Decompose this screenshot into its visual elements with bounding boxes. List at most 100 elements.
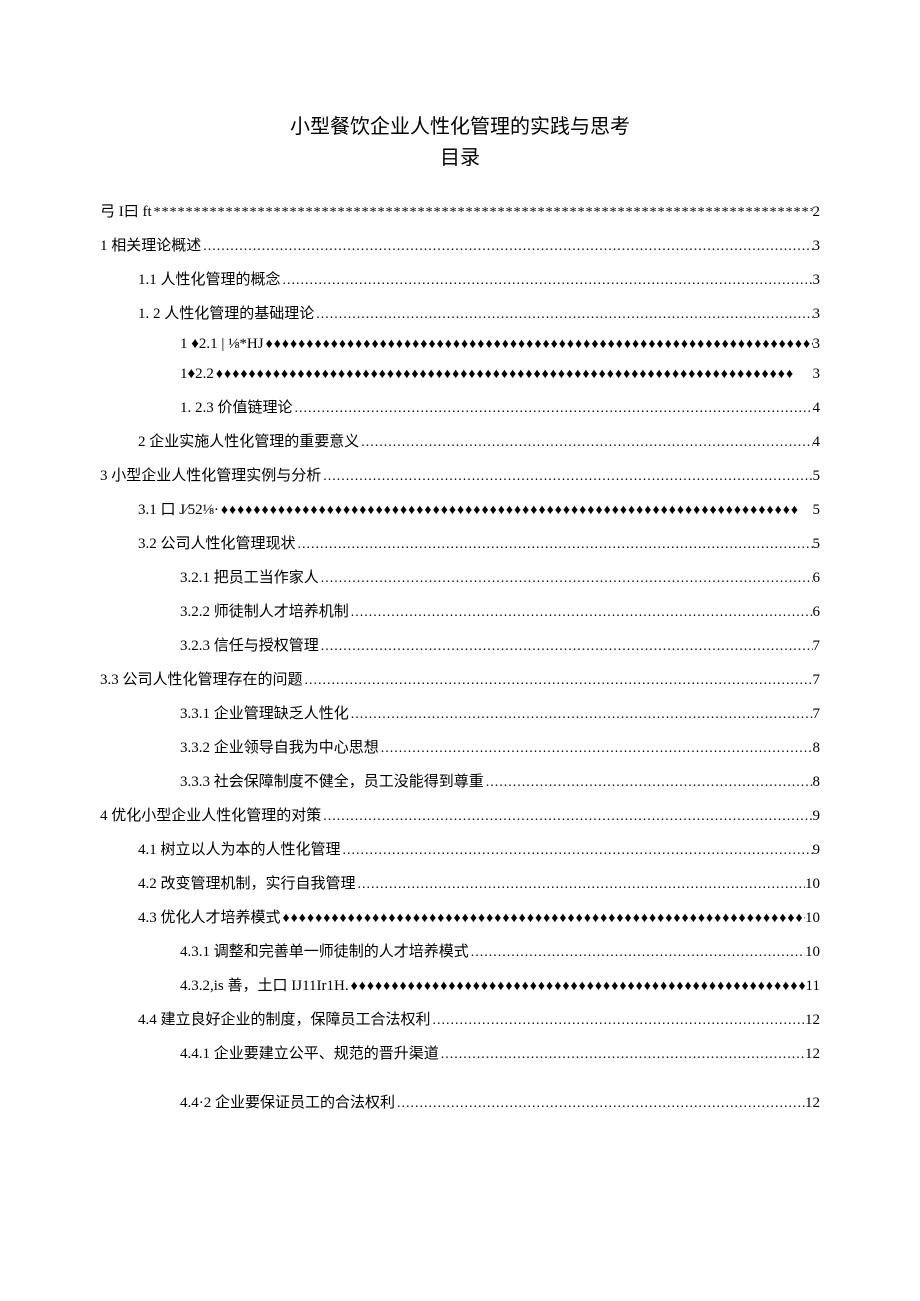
toc-entry: 1 ♦2.1 | ⅛*HJ 3 [100,336,820,353]
toc-leader [214,367,813,383]
toc-leader [321,809,812,825]
toc-entry-page: 3 [813,336,821,353]
toc-entry-page: 9 [813,808,821,825]
toc-entry-text: 4.4·2 企业要保证员工的合法权利 [180,1091,395,1112]
toc-entry-text: 4 优化小型企业人性化管理的对策 [100,804,321,825]
toc-entry-page: 8 [813,774,821,791]
toc-entry-text: 3.3.2 企业领导自我为中心思想 [180,736,379,757]
toc-entry: 3.2 公司人性化管理现状 5 [100,532,820,553]
toc-entry-page: 4 [813,434,821,451]
toc-entry-page: 9 [813,842,821,859]
toc-leader [484,775,813,791]
toc-entry-page: 2 [813,204,821,221]
toc-entry-page: 4 [813,400,821,417]
toc-entry: 弓 I曰 ft 2 [100,200,820,221]
toc-entry-page: 12 [805,1095,820,1112]
toc-entry-text: 3.2 公司人性化管理现状 [138,532,296,553]
toc-leader [349,707,813,723]
toc-entry: 4.4 建立良好企业的制度，保障员工合法权利 12 [100,1008,820,1029]
toc-entry-text: 4.4.1 企业要建立公平、规范的晋升渠道 [180,1042,439,1063]
toc-entry-text: 1♦2.2 [180,366,214,383]
toc-entry-page: 10 [805,910,820,927]
toc-entry: 3.3.2 企业领导自我为中心思想 8 [100,736,820,757]
toc-leader [219,503,813,519]
toc-leader [201,239,812,255]
toc-entry: 3.3.1 企业管理缺乏人性化 7 [100,702,820,723]
toc-entry-text: 4.4 建立良好企业的制度，保障员工合法权利 [138,1008,431,1029]
toc-entry: 4.2 改变管理机制，实行自我管理 10 [100,872,820,893]
toc-entry-text: 1 ♦2.1 | ⅛*HJ [180,336,264,353]
toc-leader [293,401,813,417]
toc-entry-text: 3.1 口 J∕52⅛· [138,498,219,519]
toc-entry-page: 3 [813,306,821,323]
toc-entry-text: 3.3 公司人性化管理存在的问题 [100,668,303,689]
toc-entry-text: 1. 2.3 价值链理论 [180,396,293,417]
toc-leader [281,273,813,289]
toc-entry-page: 8 [813,740,821,757]
toc-entry-text: 4.3.2,is 善，土口 IJ11Ir1H. [180,974,349,995]
toc-entry: 3.3 公司人性化管理存在的问题 7 [100,668,820,689]
toc-entry-text: 3.2.1 把员工当作家人 [180,566,319,587]
toc-entry-text: 3.3.1 企业管理缺乏人性化 [180,702,349,723]
toc-entry-text: 4.3 优化人才培养模式 [138,906,281,927]
toc-entry-text: 3.3.3 社会保障制度不健全，员工没能得到尊重 [180,770,484,791]
toc-entry-page: 10 [805,944,820,961]
toc-entry: 1♦2.2 3 [100,366,820,383]
toc-entry-text: 4.2 改变管理机制，实行自我管理 [138,872,356,893]
toc-entry-page: 5 [813,468,821,485]
toc-entry-text: 3.2.3 信任与授权管理 [180,634,319,655]
toc-entry: 4.3 优化人才培养模式 10 [100,906,820,927]
toc-entry: 3.2.3 信任与授权管理 7 [100,634,820,655]
document-title: 小型餐饮企业人性化管理的实践与思考 [100,110,820,139]
toc-entry: 3.1 口 J∕52⅛· 5 [100,498,820,519]
toc-entry: 1. 2 人性化管理的基础理论 3 [100,302,820,323]
toc-entry: 3.2.1 把员工当作家人 6 [100,566,820,587]
toc-leader [264,337,813,353]
toc-leader [152,205,813,221]
toc-entry: 4 优化小型企业人性化管理的对策 9 [100,804,820,825]
toc-entry-page: 7 [813,638,821,655]
table-of-contents: 弓 I曰 ft21 相关理论概述 31.1 人性化管理的概念31. 2 人性化管… [100,200,820,1112]
toc-entry: 3.2.2 师徒制人才培养机制6 [100,600,820,621]
toc-entry-text: 1. 2 人性化管理的基础理论 [138,302,314,323]
toc-entry-page: 12 [805,1012,820,1029]
toc-entry-page: 5 [813,536,821,553]
toc-entry-page: 12 [805,1046,820,1063]
toc-entry-page: 7 [813,706,821,723]
toc-leader [319,571,813,587]
toc-leader [321,469,812,485]
toc-entry-text: 1 相关理论概述 [100,234,201,255]
toc-leader [319,639,813,655]
toc-leader [359,435,812,451]
toc-leader [349,605,813,621]
toc-entry-page: 11 [806,978,820,995]
toc-entry-text: 3.2.2 师徒制人才培养机制 [180,600,349,621]
toc-entry: 4.4.1 企业要建立公平、规范的晋升渠道 12 [100,1042,820,1063]
toc-leader [431,1013,805,1029]
toc-entry: 4.1 树立以人为本的人性化管理9 [100,838,820,859]
toc-leader [296,537,813,553]
toc-entry-page: 7 [813,672,821,689]
toc-entry: 1 相关理论概述 3 [100,234,820,255]
toc-leader [469,945,805,961]
toc-entry: 1.1 人性化管理的概念3 [100,268,820,289]
toc-entry: 3 小型企业人性化管理实例与分析 5 [100,464,820,485]
toc-leader [303,673,813,689]
document-subtitle: 目录 [100,141,820,170]
toc-entry-text: 弓 I曰 ft [100,200,152,221]
toc-leader [314,307,812,323]
toc-entry-page: 6 [813,570,821,587]
toc-entry: 3.3.3 社会保障制度不健全，员工没能得到尊重 8 [100,770,820,791]
toc-entry: 4.4·2 企业要保证员工的合法权利 12 [100,1091,820,1112]
toc-entry-text: 2 企业实施人性化管理的重要意义 [138,430,359,451]
toc-entry: 1. 2.3 价值链理论 4 [100,396,820,417]
toc-entry-page: 5 [813,502,821,519]
toc-leader [439,1047,805,1063]
toc-entry-page: 3 [813,366,821,383]
toc-entry-page: 3 [813,272,821,289]
toc-leader [395,1096,805,1112]
toc-entry-text: 3 小型企业人性化管理实例与分析 [100,464,321,485]
toc-entry: 2 企业实施人性化管理的重要意义 4 [100,430,820,451]
document-header: 小型餐饮企业人性化管理的实践与思考 目录 [100,110,820,170]
toc-leader [349,979,806,995]
